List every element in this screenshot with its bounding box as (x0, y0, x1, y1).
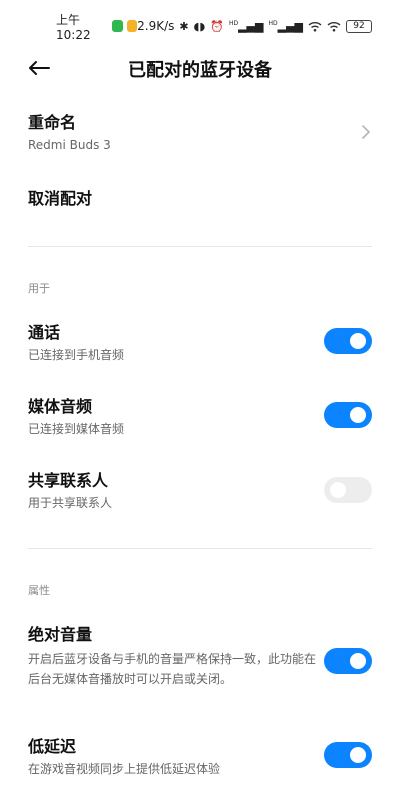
setting-subtitle: 在游戏音视频同步上提供低延迟体验 (28, 762, 221, 776)
setting-row-share-contacts[interactable]: 共享联系人 用于共享联系人 (28, 470, 372, 512)
divider-1 (28, 246, 372, 247)
toggle-knob (350, 747, 366, 763)
signal-2-icon: HD▂▄▆ (268, 19, 303, 33)
wifi-icon (327, 21, 341, 31)
setting-title: 绝对音量 (28, 625, 93, 644)
setting-title: 共享联系人 (28, 471, 109, 490)
wifi-calling-icon (308, 21, 322, 31)
status-time: 上午10:22 (56, 12, 91, 42)
setting-row-absolute-volume[interactable]: 绝对音量 开启后蓝牙设备与手机的音量严格保持一致，此功能在后台无媒体音播放时可以… (28, 624, 372, 689)
network-speed: 2.9K/s (137, 19, 175, 33)
toggle-call[interactable] (324, 328, 372, 354)
toggle-knob (350, 653, 366, 669)
section-label-used-for: 用于 (28, 282, 50, 295)
chevron-right-icon (362, 125, 370, 139)
toggle-share-contacts[interactable] (324, 477, 372, 503)
setting-subtitle: 用于共享联系人 (28, 496, 113, 510)
headset-icon: ◖◗ (193, 19, 206, 33)
alarm-icon: ⏰ (210, 19, 224, 33)
toggle-knob (350, 333, 366, 349)
wechat-icon (111, 20, 123, 32)
battery-icon: 92 (346, 19, 372, 33)
bluetooth-device-settings-page: 上午10:22 2.9K/s ✱ ◖◗ ⏰ HD▂▄▆ HD▂▄▆ 92 已配对… (0, 0, 400, 808)
device-name: Redmi Buds 3 (28, 138, 111, 152)
toggle-low-latency[interactable] (324, 742, 372, 768)
unpair-row[interactable]: 取消配对 (28, 188, 372, 210)
notification-app-icon (126, 20, 138, 32)
toggle-absolute-volume[interactable] (324, 648, 372, 674)
setting-title: 低延迟 (28, 737, 77, 756)
divider-2 (28, 548, 372, 549)
bluetooth-icon: ✱ (179, 19, 189, 33)
toggle-knob (350, 407, 366, 423)
setting-subtitle: 已连接到媒体音频 (28, 422, 125, 436)
title-bar: 已配对的蓝牙设备 (0, 52, 400, 84)
rename-row[interactable]: 重命名 Redmi Buds 3 (28, 112, 372, 154)
signal-1-icon: HD▂▄▆ (228, 19, 264, 33)
toggle-knob (330, 482, 346, 498)
setting-row-media-audio[interactable]: 媒体音频 已连接到媒体音频 (28, 396, 372, 438)
setting-row-call[interactable]: 通话 已连接到手机音频 (28, 322, 372, 364)
setting-subtitle: 开启后蓝牙设备与手机的音量严格保持一致，此功能在后台无媒体音播放时可以开启或关闭… (28, 652, 317, 686)
unpair-label: 取消配对 (28, 189, 93, 208)
toggle-media-audio[interactable] (324, 402, 372, 428)
setting-title: 媒体音频 (28, 397, 93, 416)
status-left: 上午10:22 (56, 11, 138, 42)
status-right: 2.9K/s ✱ ◖◗ ⏰ HD▂▄▆ HD▂▄▆ 92 (137, 19, 372, 33)
setting-subtitle: 已连接到手机音频 (28, 348, 125, 362)
page-title: 已配对的蓝牙设备 (128, 60, 272, 81)
setting-title: 通话 (28, 323, 61, 342)
rename-label: 重命名 (28, 113, 77, 132)
section-label-properties: 属性 (28, 584, 50, 597)
status-bar: 上午10:22 2.9K/s ✱ ◖◗ ⏰ HD▂▄▆ HD▂▄▆ 92 (0, 0, 400, 52)
setting-row-low-latency[interactable]: 低延迟 在游戏音视频同步上提供低延迟体验 (28, 736, 372, 778)
